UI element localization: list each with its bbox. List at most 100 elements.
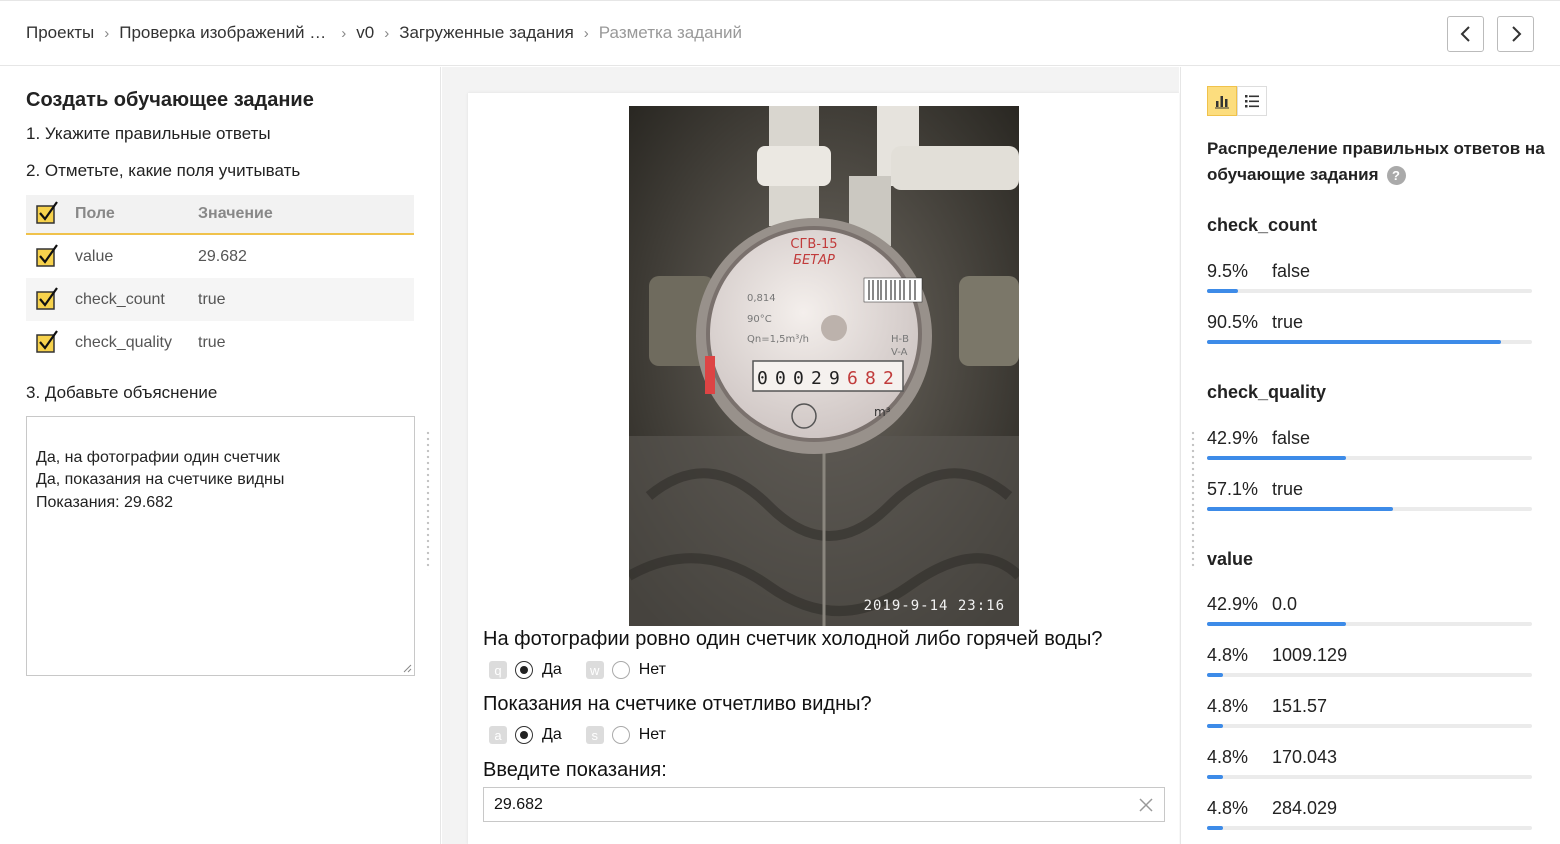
checkbox-checked-icon — [36, 201, 58, 224]
stat-bar — [1207, 826, 1532, 830]
option-yes-label[interactable]: Да — [542, 661, 562, 679]
question-readable: Показания на счетчике отчетливо видны? — [483, 693, 872, 715]
breadcrumb: Проекты › Проверка изображений счетчиков… — [26, 23, 742, 43]
explanation-text: Да, на фотографии один счетчик Да, показ… — [36, 448, 285, 511]
stat-bar-fill — [1207, 826, 1223, 830]
field-value: true — [198, 333, 226, 351]
option-yes-label[interactable]: Да — [542, 726, 562, 744]
stat-label: true — [1272, 312, 1304, 332]
svg-text:9: 9 — [829, 368, 840, 389]
checkbox-checked-icon — [36, 286, 58, 310]
chart-view-button[interactable] — [1207, 86, 1237, 116]
question-one-options: q Да w Нет — [489, 661, 690, 679]
reading-value: 29.682 — [494, 796, 543, 813]
stat-bar — [1207, 456, 1532, 460]
view-toggle — [1207, 86, 1267, 116]
stat-item: 42.9% 0.0 — [1207, 594, 1532, 626]
field-checkbox-check-count[interactable] — [36, 286, 58, 310]
resize-handle-icon[interactable] — [402, 663, 412, 673]
bar-chart-icon — [1215, 96, 1229, 109]
panel-title: Создать обучающее задание — [26, 89, 314, 111]
radio-yes-selected[interactable] — [515, 661, 533, 679]
radio-no[interactable] — [611, 661, 630, 679]
hotkey-badge: a — [489, 726, 507, 744]
stat-item: 9.5% false — [1207, 261, 1532, 293]
column-value: Значение — [198, 205, 273, 222]
answers-distribution-panel: Распределение правильных ответов на обуч… — [1180, 67, 1560, 844]
list-view-button[interactable] — [1237, 86, 1267, 116]
breadcrumb-projects[interactable]: Проекты — [26, 23, 94, 43]
stat-field-value: value — [1207, 549, 1254, 569]
stat-bar-fill — [1207, 673, 1223, 677]
previous-task-button[interactable] — [1447, 16, 1484, 52]
svg-text:0: 0 — [757, 368, 768, 389]
radio-no[interactable] — [611, 726, 630, 744]
stat-item: 42.9% false — [1207, 428, 1532, 460]
stat-bar — [1207, 724, 1532, 728]
svg-text:Qn=1,5m³/h: Qn=1,5m³/h — [747, 334, 809, 345]
task-card: СГВ-15 БЕТАР 0,814 90°C Qn=1,5m³/h Н-В V… — [468, 93, 1179, 844]
stat-bar — [1207, 340, 1532, 344]
distribution-title-text: Распределение правильных ответов на обуч… — [1207, 139, 1545, 184]
chevron-right-icon — [1511, 26, 1521, 42]
svg-text:БЕТАР: БЕТАР — [793, 253, 835, 268]
breadcrumb-uploaded-tasks[interactable]: Загруженные задания — [399, 23, 574, 43]
photo-timestamp: 2019-9-14 23:16 — [863, 598, 1005, 614]
stat-label: 1009.129 — [1272, 645, 1348, 665]
stat-bar — [1207, 673, 1532, 677]
field-name: value — [75, 247, 114, 265]
stat-percent: 42.9% — [1207, 428, 1259, 448]
question-two-options: a Да s Нет — [489, 726, 690, 744]
explanation-textarea[interactable]: Да, на фотографии один счетчик Да, показ… — [26, 416, 415, 676]
water-meter-image: СГВ-15 БЕТАР 0,814 90°C Qn=1,5m³/h Н-В V… — [629, 106, 1019, 626]
svg-text:8: 8 — [865, 368, 876, 389]
hotkey-badge: w — [585, 661, 604, 679]
stat-bar — [1207, 289, 1532, 293]
select-all-checkbox[interactable] — [36, 201, 58, 224]
stat-label: true — [1272, 479, 1304, 499]
question-one-meter: На фотографии ровно один счетчик холодно… — [483, 628, 1103, 650]
field-checkbox-check-quality[interactable] — [36, 329, 58, 353]
panel-resize-handle[interactable] — [1190, 430, 1196, 570]
field-checkbox-value[interactable] — [36, 243, 58, 267]
svg-text:90°C: 90°C — [747, 314, 772, 325]
stat-label: false — [1272, 428, 1311, 448]
option-no-label[interactable]: Нет — [639, 661, 666, 679]
stat-item: 4.8% 284.029 — [1207, 798, 1532, 830]
svg-text:2: 2 — [811, 368, 822, 389]
stat-percent: 90.5% — [1207, 312, 1259, 332]
breadcrumb-project[interactable]: Проверка изображений счетчиков — [119, 23, 329, 43]
stat-bar-fill — [1207, 340, 1502, 344]
question-reading-label: Введите показания: — [483, 759, 667, 781]
stat-percent: 9.5% — [1207, 261, 1249, 281]
chevron-left-icon — [1460, 26, 1470, 42]
help-icon[interactable]: ? — [1386, 166, 1406, 186]
svg-text:0: 0 — [793, 368, 804, 389]
stat-bar-fill — [1207, 622, 1347, 626]
panel-resize-handle[interactable] — [425, 430, 431, 570]
chevron-right-icon: › — [384, 24, 390, 42]
step-2-label: 2. Отметьте, какие поля учитывать — [26, 161, 301, 180]
stat-label: 284.029 — [1272, 798, 1338, 818]
meter-photo: СГВ-15 БЕТАР 0,814 90°C Qn=1,5m³/h Н-В V… — [629, 106, 1019, 626]
field-name: check_quality — [75, 333, 172, 351]
clear-icon[interactable] — [1138, 797, 1154, 813]
stat-label: 151.57 — [1272, 696, 1328, 716]
table-row: check_count true — [26, 278, 414, 321]
breadcrumb-version[interactable]: v0 — [356, 23, 374, 43]
stat-label: 0.0 — [1272, 594, 1298, 614]
svg-text:0,814: 0,814 — [747, 293, 776, 304]
reading-input[interactable]: 29.682 — [483, 787, 1165, 822]
table-row: check_quality true — [26, 321, 414, 364]
next-task-button[interactable] — [1497, 16, 1534, 52]
fields-table: Поле Значение value 29.682 check_count t… — [26, 195, 414, 364]
stat-bar-fill — [1207, 775, 1223, 779]
svg-text:m³: m³ — [874, 405, 891, 419]
stat-bar — [1207, 507, 1532, 511]
stat-bar-fill — [1207, 456, 1347, 460]
checkbox-checked-icon — [36, 243, 58, 267]
option-no-label[interactable]: Нет — [639, 726, 666, 744]
radio-yes-selected[interactable] — [515, 726, 533, 744]
svg-text:СГВ-15: СГВ-15 — [790, 237, 837, 252]
stat-item: 4.8% 1009.129 — [1207, 645, 1532, 677]
